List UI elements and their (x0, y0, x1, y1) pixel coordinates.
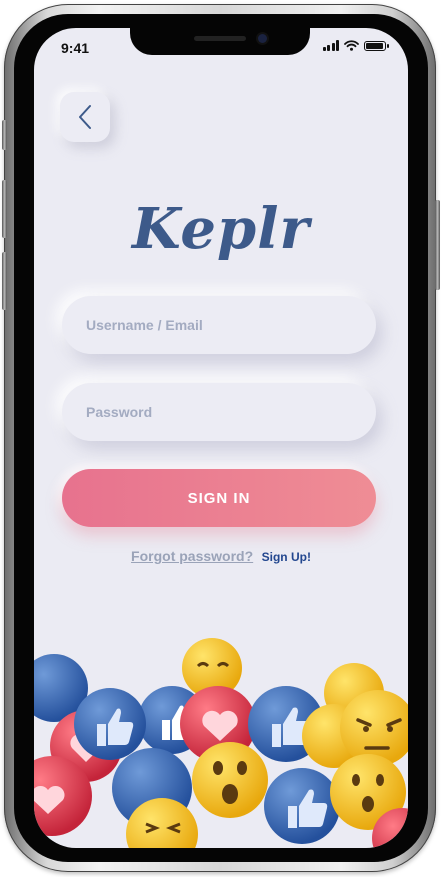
power-button (435, 200, 440, 290)
emoji-decoration (34, 638, 408, 848)
status-icons (322, 40, 389, 51)
sign-up-link[interactable]: Sign Up! (262, 550, 311, 564)
mute-switch (2, 120, 7, 150)
wifi-icon (344, 40, 359, 51)
forgot-password-link[interactable]: Forgot password? (131, 548, 253, 564)
like-icon (264, 768, 340, 844)
front-camera (258, 34, 267, 43)
volume-up-button (2, 180, 7, 238)
wow-emoji-icon (192, 742, 268, 818)
back-button[interactable] (60, 92, 110, 142)
username-input[interactable] (84, 316, 376, 334)
auth-links: Forgot password? Sign Up! (34, 548, 408, 566)
sign-in-button[interactable]: SIGN IN (62, 469, 376, 527)
speaker-grille (194, 36, 246, 41)
battery-icon (364, 40, 389, 51)
username-field[interactable] (62, 296, 376, 354)
status-time: 9:41 (61, 40, 90, 56)
password-field[interactable] (62, 383, 376, 441)
signal-icon (322, 40, 339, 51)
notch (130, 28, 310, 55)
chevron-left-icon (79, 105, 91, 129)
login-screen: 9:41 Keplr SIGN IN Forgot password? Sign… (34, 28, 408, 848)
password-input[interactable] (84, 403, 376, 421)
app-logo: Keplr (131, 196, 310, 262)
like-icon (74, 688, 146, 760)
volume-down-button (2, 252, 7, 310)
